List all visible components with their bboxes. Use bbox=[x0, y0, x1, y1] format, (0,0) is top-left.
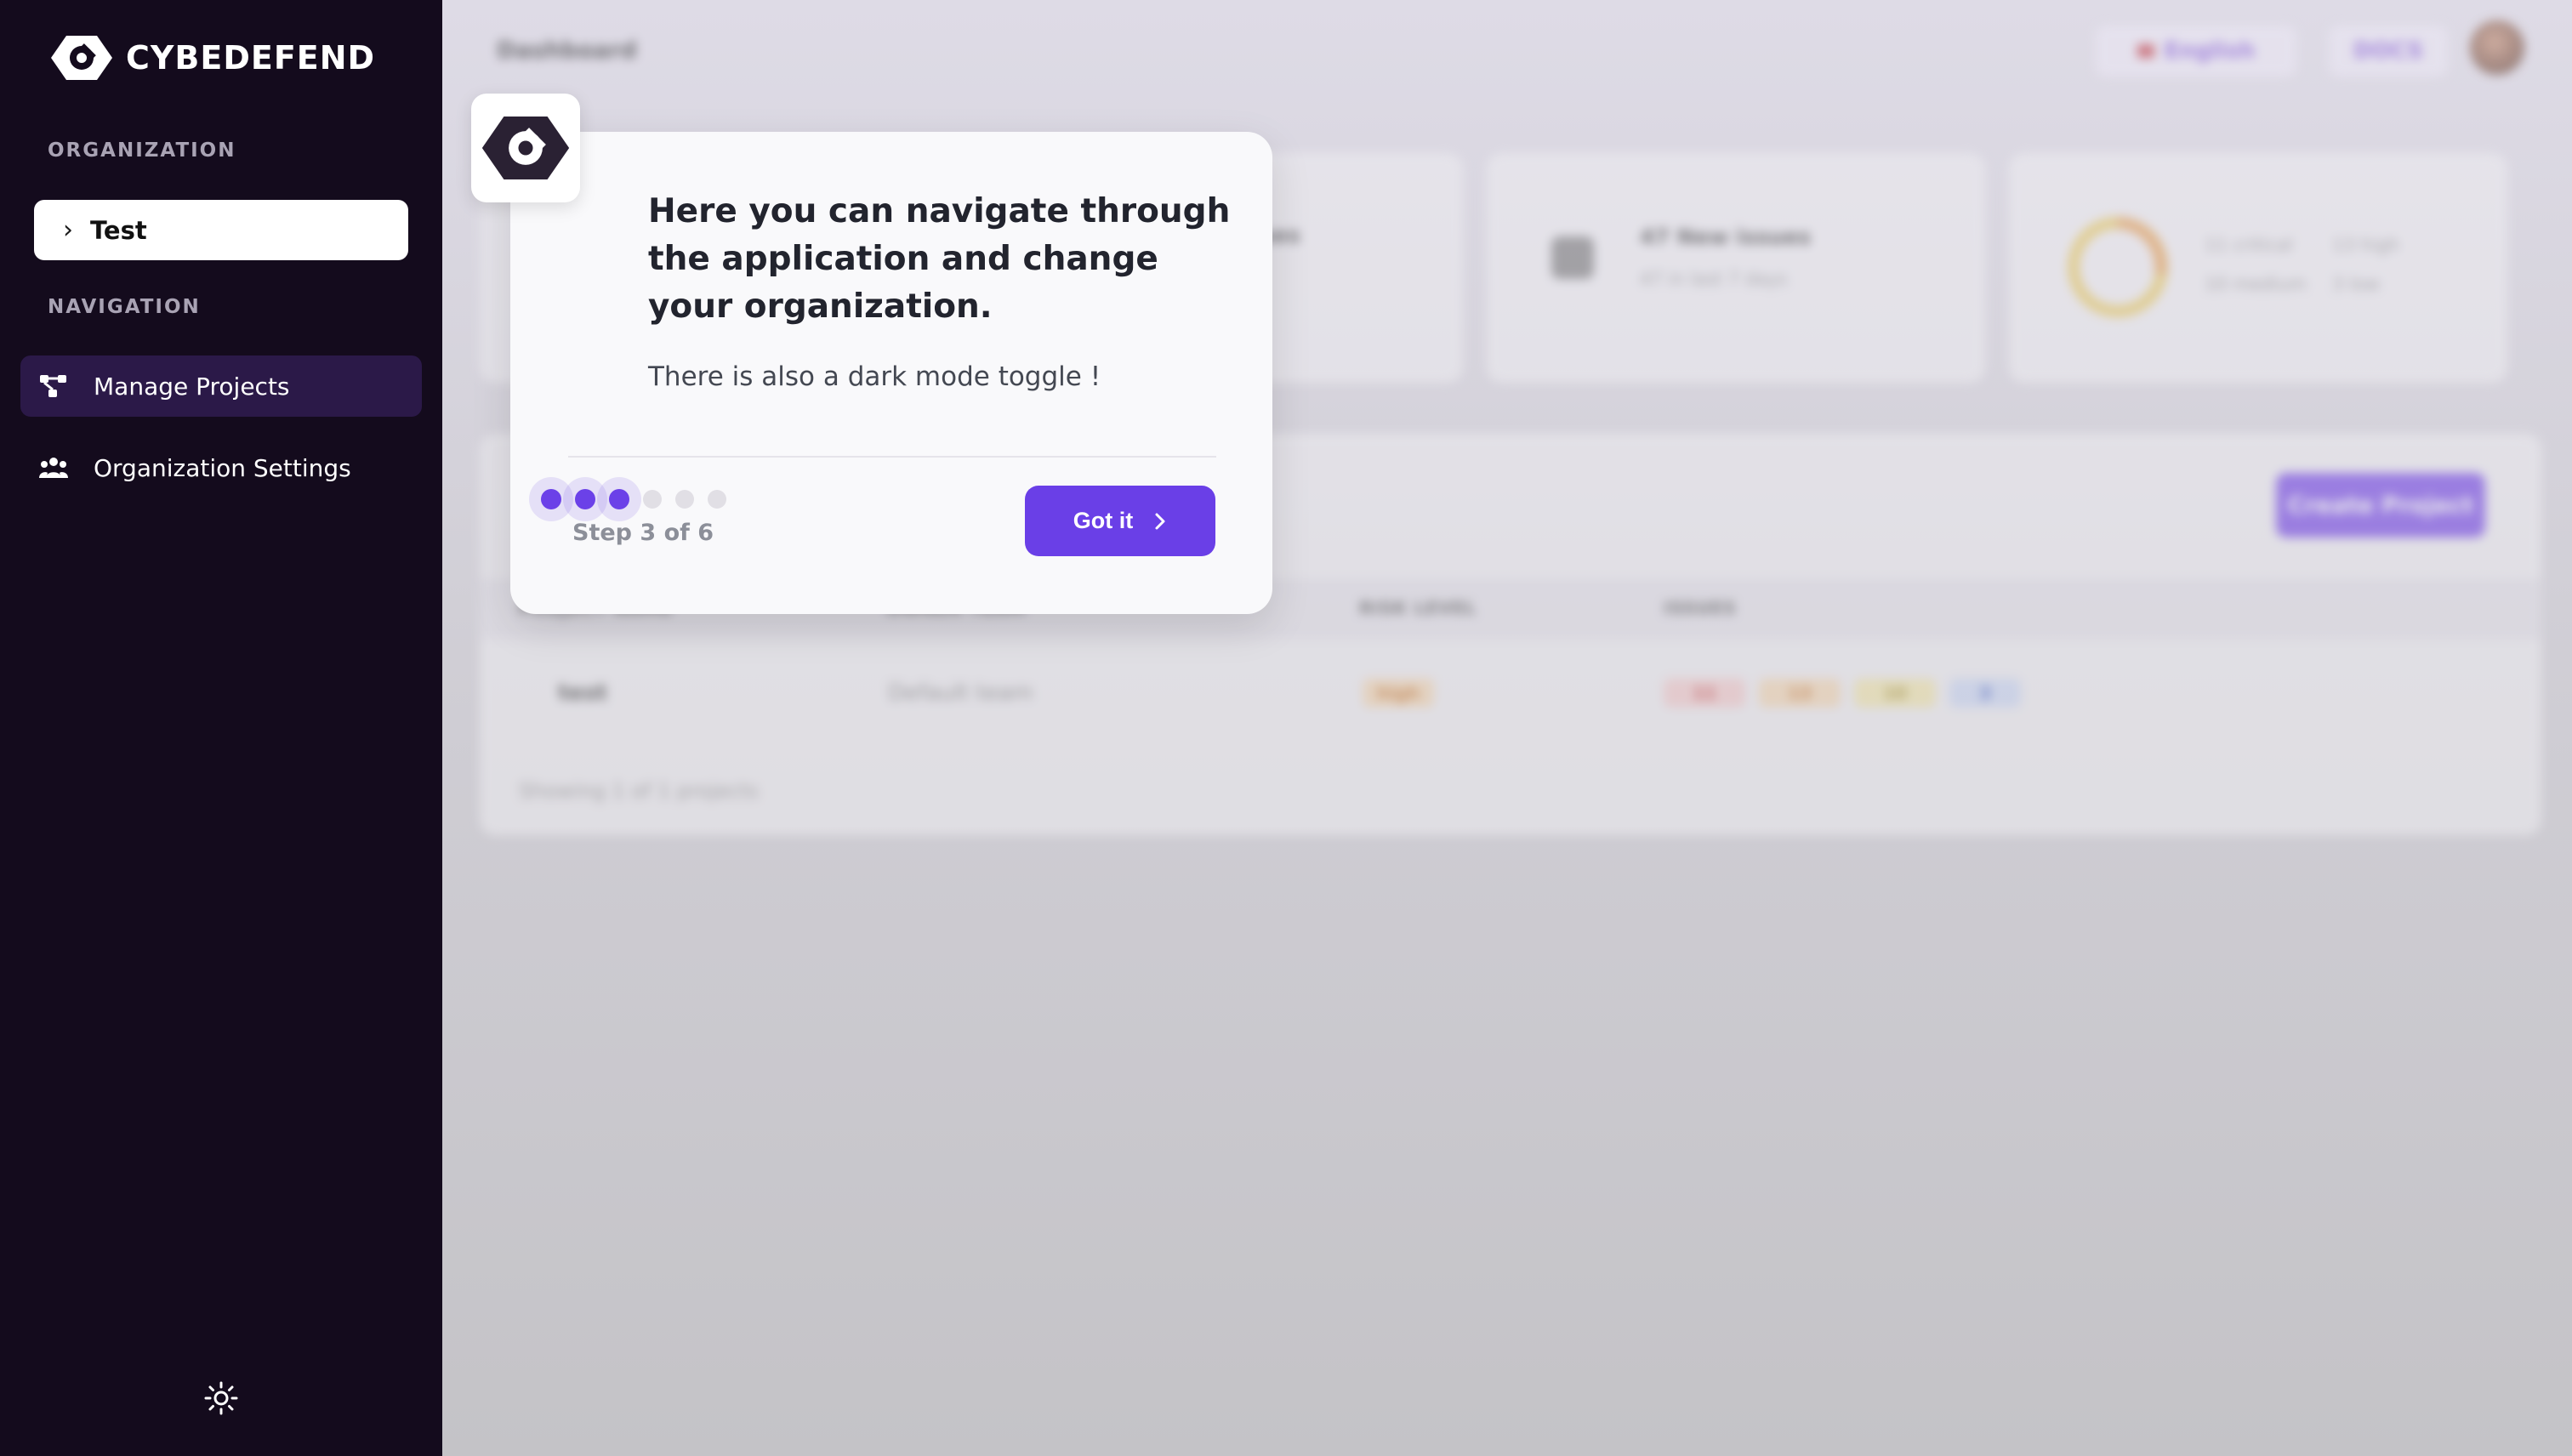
card-subtitle: 47 in last 7 days bbox=[1640, 269, 1788, 289]
step-dot[interactable] bbox=[708, 490, 726, 509]
navigation-section-label: NAVIGATION bbox=[48, 296, 201, 318]
brand-name: CYBEDEFEND bbox=[126, 39, 376, 77]
sidebar-item-label: Organization Settings bbox=[94, 453, 351, 482]
chevron-right-icon bbox=[1155, 513, 1165, 529]
chevron-right-icon: › bbox=[63, 215, 73, 245]
project-name[interactable]: test bbox=[558, 680, 607, 706]
issue-count-badge: 13 bbox=[1759, 679, 1841, 708]
cybedefend-logo-icon bbox=[51, 36, 112, 80]
project-graph-icon bbox=[40, 375, 66, 397]
tour-description: There is also a dark mode toggle ! bbox=[648, 361, 1101, 392]
flag-icon bbox=[2137, 44, 2154, 58]
organization-section-label: ORGANIZATION bbox=[48, 139, 236, 162]
issue-count-badge: 11 bbox=[1664, 679, 1745, 708]
got-it-label: Got it bbox=[1073, 508, 1134, 533]
step-dot[interactable] bbox=[609, 489, 629, 509]
language-label: English bbox=[2164, 38, 2256, 64]
legend-item: 10 medium bbox=[2205, 274, 2307, 294]
table-footer: Showing 1 of 1 projects bbox=[519, 779, 759, 803]
brand-logo[interactable]: CYBEDEFEND bbox=[49, 32, 375, 83]
users-icon bbox=[39, 458, 68, 478]
page-title: Dashboard bbox=[497, 37, 637, 64]
legend-item: 11 critical bbox=[2205, 235, 2293, 255]
legend-item: 13 high bbox=[2332, 235, 2400, 255]
got-it-button[interactable]: Got it bbox=[1025, 486, 1215, 556]
divider bbox=[568, 456, 1216, 458]
step-counter: Step 3 of 6 bbox=[572, 520, 714, 546]
card-title: 47 New issues bbox=[1640, 225, 1812, 249]
stat-card: 47 New issues 47 in last 7 days bbox=[1487, 153, 1985, 383]
column-header: RISK LEVEL bbox=[1359, 598, 1477, 618]
project-team: Default team bbox=[888, 680, 1033, 706]
new-issues-icon bbox=[1551, 236, 1594, 279]
sidebar: CYBEDEFEND ORGANIZATION › Test NAVIGATIO… bbox=[0, 0, 442, 1456]
create-project-button[interactable]: Create Project bbox=[2276, 473, 2485, 537]
column-header: ISSUES bbox=[1664, 598, 1737, 618]
legend-item: 3 low bbox=[2332, 274, 2380, 294]
step-indicator bbox=[541, 489, 726, 509]
step-dot[interactable] bbox=[643, 490, 662, 509]
cybedefend-logo-icon bbox=[481, 117, 570, 179]
language-selector[interactable]: English bbox=[2096, 26, 2296, 77]
organization-selector[interactable]: › Test bbox=[34, 200, 408, 260]
theme-toggle-button[interactable] bbox=[204, 1381, 238, 1419]
sidebar-item-organization-settings[interactable]: Organization Settings bbox=[20, 437, 422, 498]
issue-count-badge: 3 bbox=[1949, 679, 2021, 708]
stat-card: 11 critical 13 high 10 medium 3 low bbox=[2009, 153, 2507, 383]
issue-count-badge: 10 bbox=[1854, 679, 1936, 708]
step-dot[interactable] bbox=[575, 489, 595, 509]
tour-logo bbox=[471, 94, 580, 202]
risk-badge: high bbox=[1363, 679, 1434, 708]
sidebar-item-label: Manage Projects bbox=[94, 372, 290, 401]
sun-icon bbox=[204, 1381, 238, 1415]
issues-donut-chart bbox=[2068, 217, 2168, 317]
organization-name: Test bbox=[90, 215, 147, 245]
tour-title: Here you can navigate through the applic… bbox=[648, 192, 1231, 326]
docs-button[interactable]: DOCS bbox=[2329, 26, 2448, 77]
onboarding-tour-popup: Here you can navigate through the applic… bbox=[510, 132, 1272, 614]
step-dot[interactable] bbox=[675, 490, 694, 509]
sidebar-item-manage-projects[interactable]: Manage Projects bbox=[20, 355, 422, 417]
step-dot[interactable] bbox=[541, 489, 561, 509]
avatar[interactable] bbox=[2470, 20, 2524, 75]
